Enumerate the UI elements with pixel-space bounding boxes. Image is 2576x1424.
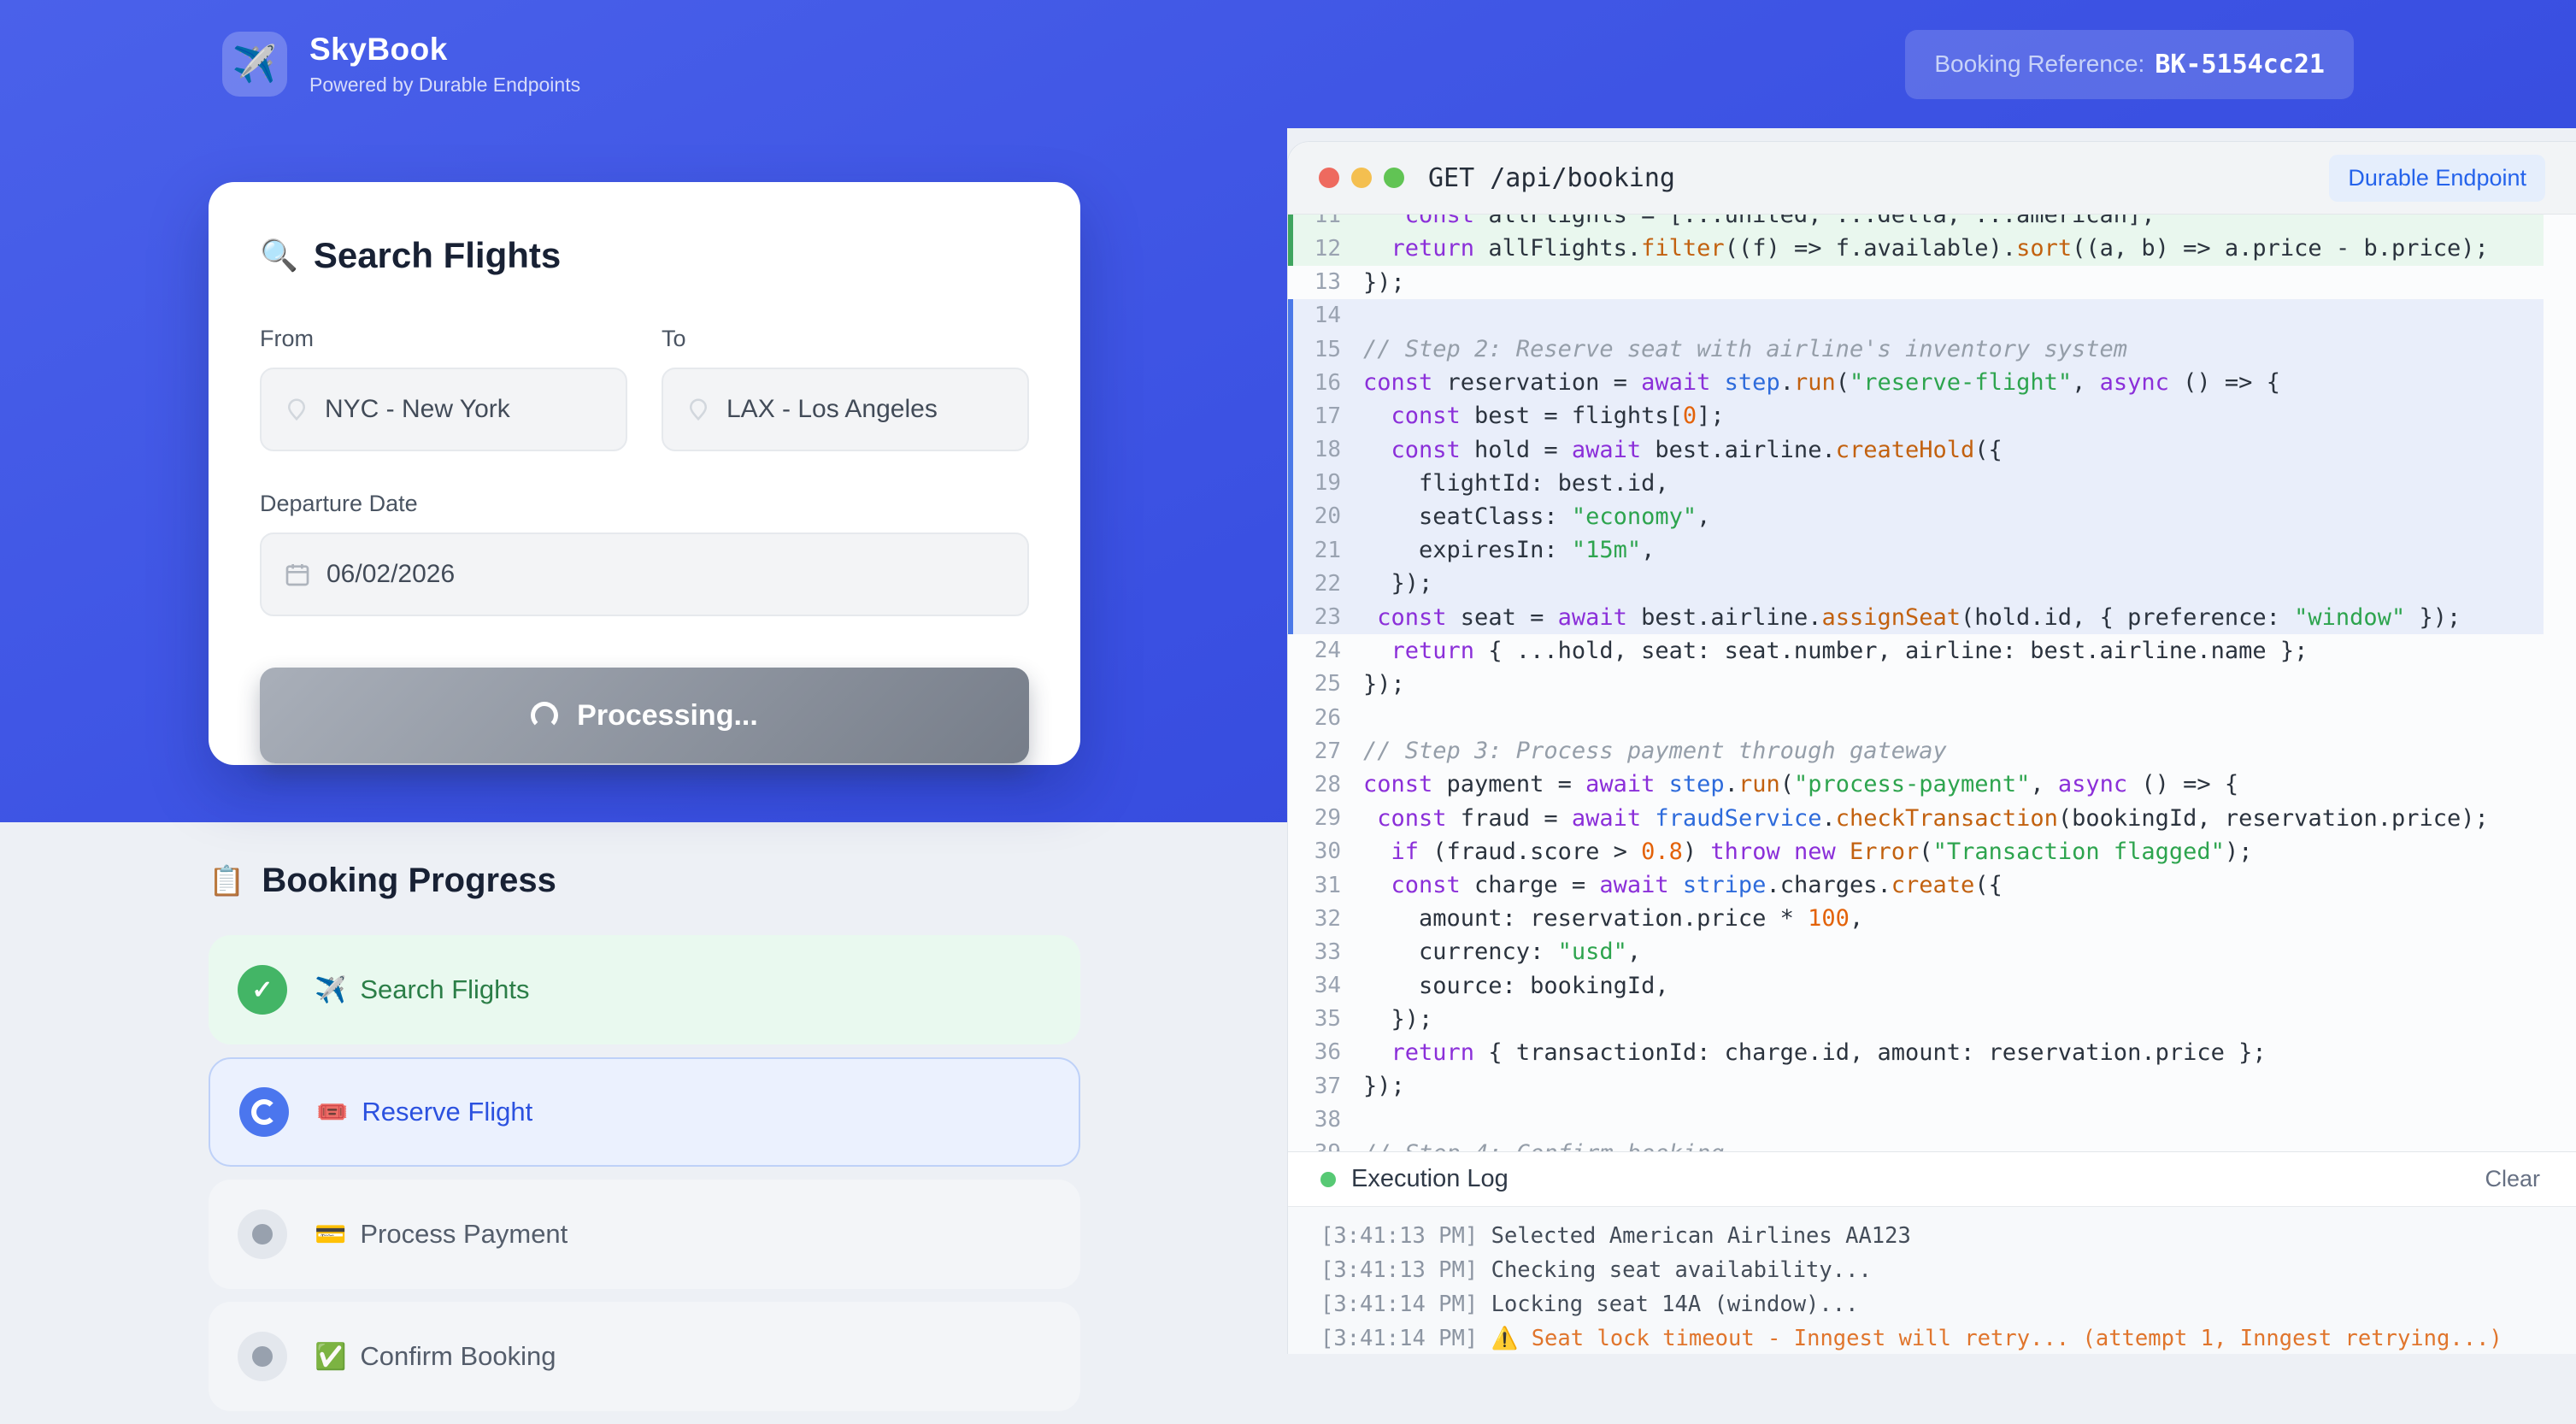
log-entry: [3:41:13 PM] Checking seat availability.… [1320,1253,2576,1287]
booking-reference-badge: Booking Reference: BK-5154cc21 [1905,30,2354,99]
step-emoji-icon: 💳 [315,1220,346,1250]
execution-log-title: Execution Log [1351,1165,1509,1193]
search-flights-card: 🔍 Search Flights From To Departure Date [209,182,1080,765]
code-line-29: 29 const fraud = await fraudService.chec… [1288,802,2544,835]
booking-progress-title: Booking Progress [262,862,556,900]
log-entry: [3:41:14 PM] Locking seat 14A (window)..… [1320,1287,2576,1321]
step-emoji-icon: ✅ [315,1342,346,1372]
code-line-38: 38 [1288,1103,2544,1136]
location-pin-icon [685,397,711,422]
app-title: SkyBook [309,32,580,68]
from-input-wrap [260,368,627,451]
code-line-36: 36 return { transactionId: charge.id, am… [1288,1036,2544,1069]
clear-log-button[interactable]: Clear [2485,1166,2540,1192]
search-submit-label: Processing... [577,699,758,733]
code-line-18: 18 const hold = await best.airline.creat… [1288,433,2544,467]
execution-log-list[interactable]: [3:41:13 PM] Selected American Airlines … [1288,1206,2576,1354]
departure-date-label: Departure Date [260,491,1029,517]
search-flights-title: Search Flights [314,235,561,276]
code-line-27: 27// Step 3: Process payment through gat… [1288,734,2544,768]
step-label: 🎟️Reserve Flight [316,1097,532,1127]
maximize-window-icon [1384,168,1404,188]
search-submit-button[interactable]: Processing... [260,668,1029,763]
code-line-12: 12 return allFlights.filter((f) => f.ava… [1288,232,2544,265]
to-field-group: To [662,326,1029,451]
code-line-26: 26 [1288,701,2544,734]
code-line-21: 21 expiresIn: "15m", [1288,533,2544,567]
code-line-20: 20 seatClass: "economy", [1288,500,2544,533]
close-window-icon [1319,168,1339,188]
step-label: ✈️Search Flights [315,974,530,1005]
code-line-14: 14 [1288,299,2544,332]
departure-date-input[interactable] [326,560,1005,589]
progress-step-process-payment: 💳Process Payment [209,1180,1080,1289]
code-line-25: 25}); [1288,668,2544,701]
booking-reference-label: Booking Reference: [1934,50,2144,78]
code-line-19: 19 flightId: best.id, [1288,467,2544,500]
to-input-wrap [662,368,1029,451]
location-pin-icon [284,397,309,422]
code-scroll-area[interactable]: 11 const allFlights = [...united, ...del… [1288,215,2576,1151]
step-emoji-icon: 🎟️ [316,1097,348,1127]
progress-step-search-flights: ✓ ✈️Search Flights [209,935,1080,1044]
progress-step-reserve-flight: 🎟️Reserve Flight [209,1057,1080,1167]
from-field-group: From [260,326,627,451]
booking-reference-value: BK-5154cc21 [2155,50,2325,79]
pending-circle-icon [238,1332,287,1381]
code-line-16: 16const reservation = await step.run("re… [1288,366,2544,399]
brand: ✈️ SkyBook Powered by Durable Endpoints [222,32,580,97]
app-header: ✈️ SkyBook Powered by Durable Endpoints … [0,0,2576,128]
code-line-23: 23 const seat = await best.airline.assig… [1288,600,2544,633]
code-editor-panel: GET /api/booking Durable Endpoint 11 con… [1287,141,2576,1354]
code-line-33: 33 currency: "usd", [1288,935,2544,968]
endpoint-title: GET /api/booking [1428,163,1675,193]
code-line-30: 30 if (fraud.score > 0.8) throw new Erro… [1288,835,2544,868]
log-entry: [3:41:13 PM] Selected American Airlines … [1320,1219,2576,1253]
progress-step-confirm-booking: ✅Confirm Booking [209,1302,1080,1411]
code-window-titlebar: GET /api/booking Durable Endpoint [1288,142,2576,215]
booking-progress-heading: 📋 Booking Progress [209,862,556,900]
step-label: 💳Process Payment [315,1219,568,1250]
code-line-15: 15// Step 2: Reserve seat with airline's… [1288,332,2544,366]
durable-endpoint-badge[interactable]: Durable Endpoint [2329,155,2545,202]
code-line-17: 17 const best = flights[0]; [1288,399,2544,432]
from-input[interactable] [325,395,603,424]
code-line-11: 11 const allFlights = [...united, ...del… [1288,215,2544,232]
step-label: ✅Confirm Booking [315,1341,556,1372]
spinner-circle-icon [239,1087,289,1137]
code-line-39: 39// Step 4: Confirm booking [1288,1136,2544,1151]
minimize-window-icon [1351,168,1372,188]
to-label: To [662,326,1029,352]
to-input[interactable] [726,395,1005,424]
code-line-32: 32 amount: reservation.price * 100, [1288,902,2544,935]
log-entry: [3:41:14 PM] ⚠️ Seat lock timeout - Inng… [1320,1321,2576,1354]
code-line-35: 35 }); [1288,1003,2544,1036]
airplane-logo-icon: ✈️ [222,32,287,97]
date-input-wrap [260,533,1029,616]
code-line-31: 31 const charge = await stripe.charges.c… [1288,868,2544,902]
clipboard-icon: 📋 [209,864,244,898]
code-line-24: 24 return { ...hold, seat: seat.number, … [1288,634,2544,668]
execution-log-header: Execution Log Clear [1288,1151,2576,1206]
warning-icon: ⚠️ [1491,1326,1532,1351]
code-line-22: 22 }); [1288,567,2544,600]
pending-circle-icon [238,1209,287,1259]
search-icon: 🔍 [260,238,298,274]
app-tagline: Powered by Durable Endpoints [309,74,580,97]
booking-progress-list: ✓ ✈️Search Flights 🎟️Reserve Flight 💳Proces… [209,935,1080,1424]
status-dot-icon [1320,1172,1336,1187]
calendar-icon [284,561,311,588]
date-field-group: Departure Date [260,491,1029,616]
code-line-13: 13}); [1288,266,2544,299]
check-circle-icon: ✓ [238,965,287,1015]
code-line-28: 28const payment = await step.run("proces… [1288,768,2544,801]
window-traffic-lights [1319,168,1404,188]
from-label: From [260,326,627,352]
code-line-37: 37}); [1288,1069,2544,1103]
code-line-34: 34 source: bookingId, [1288,969,2544,1003]
loading-spinner-icon [531,702,558,729]
step-emoji-icon: ✈️ [315,975,346,1005]
search-flights-heading: 🔍 Search Flights [260,235,1029,276]
